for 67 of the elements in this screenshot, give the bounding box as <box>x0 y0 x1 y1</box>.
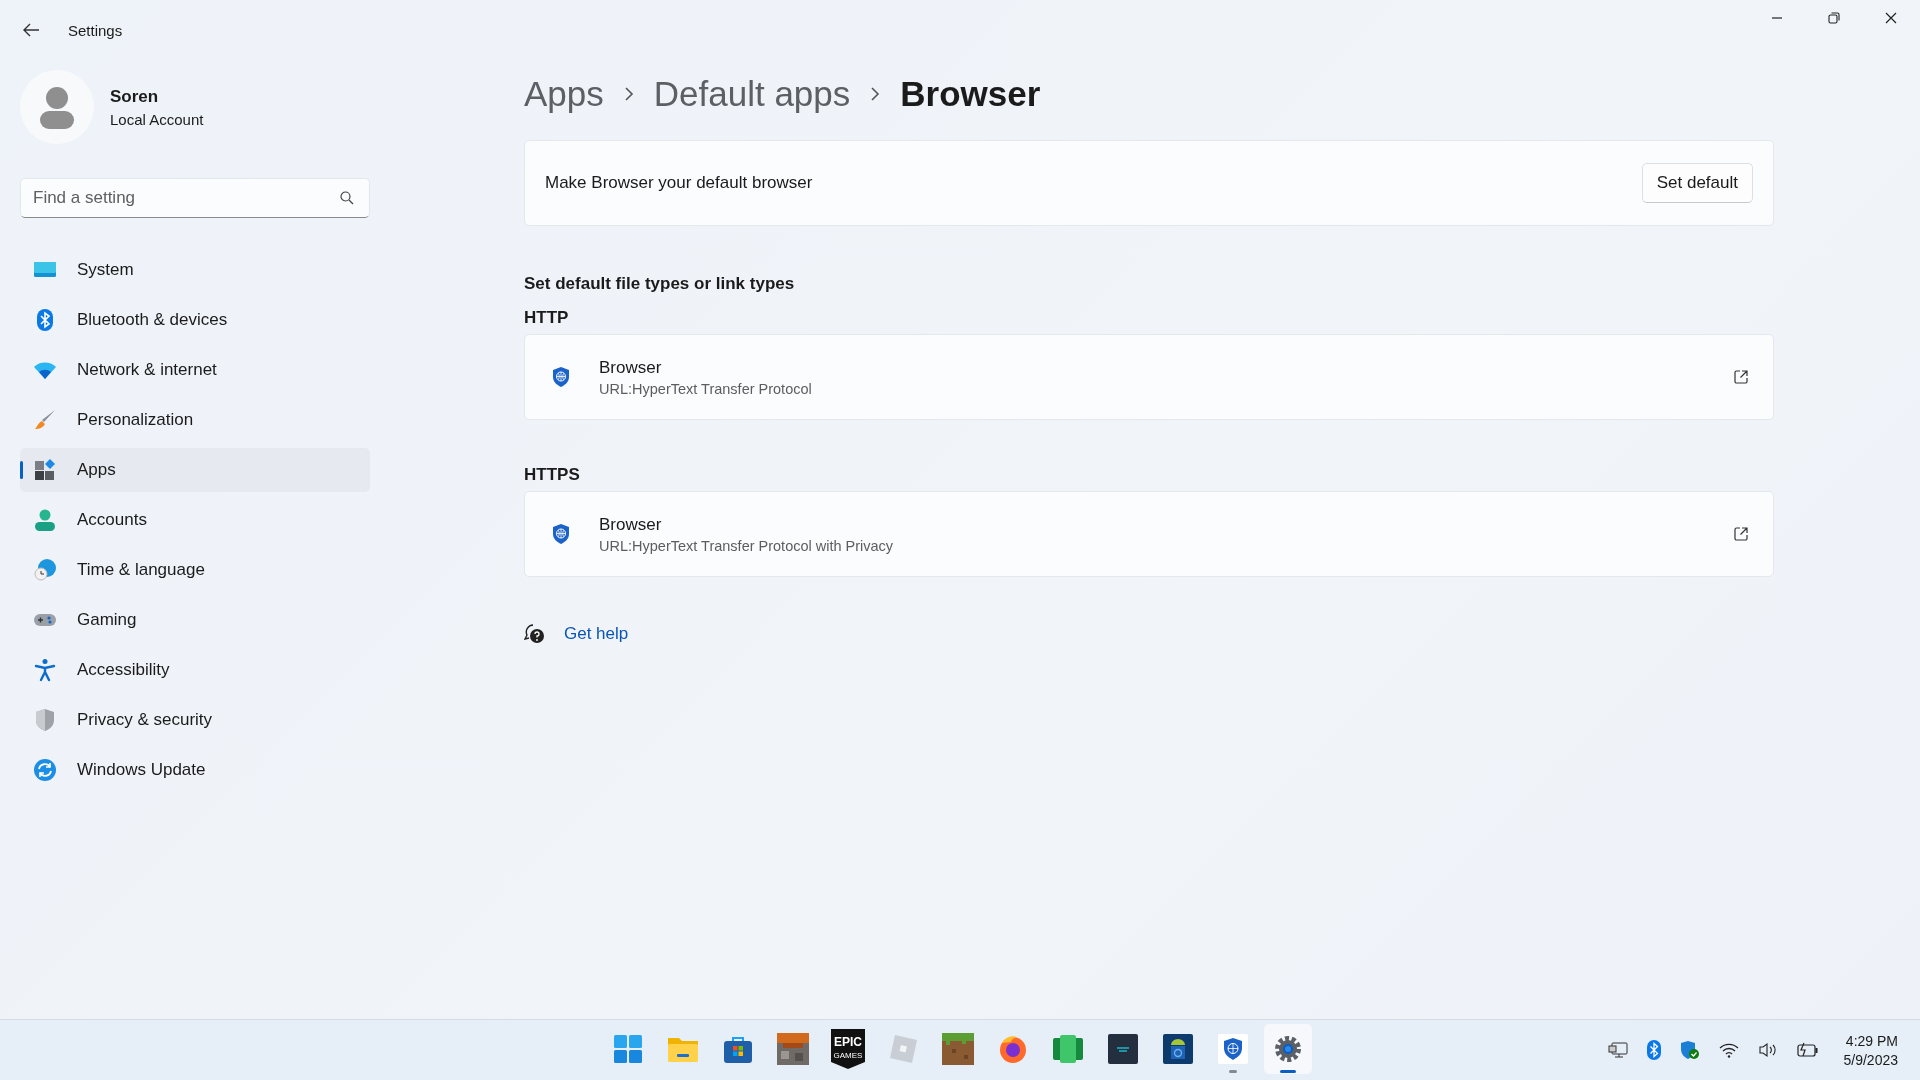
protocol-label: HTTP <box>524 308 570 328</box>
globe-clock-icon <box>33 558 57 582</box>
search-icon <box>340 191 354 205</box>
protocol-description: URL:HyperText Transfer Protocol <box>599 380 812 397</box>
window-title: Settings <box>68 21 123 39</box>
protocol-label: HTTPS <box>524 465 581 485</box>
shield-globe-icon <box>1218 1034 1248 1064</box>
section-title: Set default file types or link types <box>524 274 796 294</box>
accessibility-icon <box>33 658 57 682</box>
restore-icon[interactable] <box>1828 12 1840 24</box>
fox-globe-icon <box>998 1034 1028 1064</box>
page-title: Browser <box>900 74 1041 114</box>
network-lock-icon[interactable] <box>1607 1041 1628 1059</box>
breadcrumb-link[interactable]: Apps <box>524 74 604 114</box>
open-external-icon <box>1733 369 1749 385</box>
person-icon <box>33 508 57 532</box>
account-type: Local Account <box>110 110 204 128</box>
shopping-bag-icon <box>723 1034 753 1064</box>
game-tile-icon <box>777 1033 809 1065</box>
nav-item[interactable]: Apps <box>20 448 370 492</box>
nav-item[interactable]: Windows Update <box>20 748 370 792</box>
taskbar-app[interactable] <box>1264 1024 1312 1074</box>
shield-check-icon[interactable] <box>1679 1040 1700 1060</box>
bluetooth-icon[interactable] <box>1646 1040 1661 1060</box>
app-association-card[interactable]: Browser URL:HyperText Transfer Protocol with Privacy <box>524 491 1774 577</box>
chevron-icon <box>870 86 881 102</box>
volume-icon[interactable] <box>1757 1042 1778 1058</box>
nav-item[interactable]: Gaming <box>20 598 370 642</box>
nav-item[interactable]: Accessibility <box>20 648 370 692</box>
get-help-link[interactable]: Get help <box>564 624 629 644</box>
nav-item[interactable]: Time & language <box>20 548 370 592</box>
app-association-card[interactable]: Browser URL:HyperText Transfer Protocol <box>524 334 1774 420</box>
card-text: Make Browser your default browser <box>545 173 813 193</box>
search-field[interactable]: Find a setting <box>20 178 370 218</box>
chevron-icon <box>623 86 634 102</box>
nav-item[interactable]: Personalization <box>20 398 370 442</box>
breadcrumb-link[interactable]: Default apps <box>653 74 851 114</box>
nav-item[interactable]: Network & internet <box>20 348 370 392</box>
open-external-icon <box>1733 526 1749 542</box>
user-name: Soren <box>110 86 160 107</box>
settings-icon <box>1273 1034 1303 1064</box>
close-icon[interactable] <box>1885 12 1897 24</box>
help-icon <box>524 623 546 645</box>
app-name: Browser <box>599 514 663 535</box>
nav-item[interactable]: Privacy & security <box>20 698 370 742</box>
protocol-description: URL:HyperText Transfer Protocol with Privacy <box>599 537 894 554</box>
start-icon <box>613 1034 643 1064</box>
battery-charging-icon[interactable] <box>1796 1042 1819 1058</box>
stacked-tiles-icon <box>1052 1034 1084 1064</box>
folder-icon <box>667 1035 699 1063</box>
back-icon[interactable] <box>22 22 40 38</box>
set-default-button[interactable]: Set default <box>1641 163 1753 203</box>
android-tile-icon <box>1163 1034 1193 1064</box>
grass-block-icon <box>942 1033 974 1065</box>
apps-icon <box>33 458 57 482</box>
app-name: Browser <box>599 357 663 378</box>
epic-games-icon: EPIC GAMES <box>831 1029 865 1069</box>
nav-item[interactable]: System <box>20 248 370 292</box>
shield-icon <box>33 708 57 732</box>
dark-tile-icon <box>1108 1034 1138 1064</box>
nav-item[interactable]: Bluetooth & devices <box>20 298 370 342</box>
sync-icon <box>33 758 57 782</box>
brush-icon <box>33 408 57 432</box>
wifi-icon[interactable] <box>1718 1042 1739 1058</box>
nav-item[interactable]: Accounts <box>20 498 370 542</box>
clock[interactable]: 4:29 PM 5/9/2023 <box>1843 1032 1898 1068</box>
taskbar-app[interactable]: EPIC GAMES <box>824 1024 872 1074</box>
